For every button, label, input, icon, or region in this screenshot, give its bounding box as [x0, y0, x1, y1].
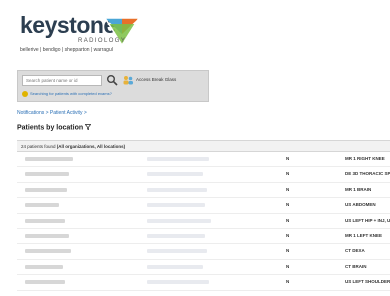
table-row[interactable]: N MR 1 LEFT KNEE [17, 229, 390, 245]
patient-details-blurred [147, 280, 209, 285]
patient-name-blurred[interactable] [25, 187, 67, 192]
patient-name-blurred[interactable] [25, 203, 59, 208]
row-flag: N [286, 186, 290, 192]
row-flag: N [286, 248, 290, 254]
row-exam: MR 1 LEFT KNEE [345, 232, 383, 238]
row-exam: US LEFT HIP + INJ, US [345, 217, 390, 223]
patient-details-blurred [147, 157, 209, 161]
results-count: 24 patients found [21, 144, 56, 149]
results-summary: 24 patients found (All organizations, Al… [21, 144, 125, 149]
filter-icon[interactable] [84, 124, 92, 131]
access-break-glass-link[interactable]: Access Break Glass [136, 77, 176, 82]
completed-exams-hint-link[interactable]: Searching for patients with completed ex… [30, 91, 112, 96]
patient-name-blurred[interactable] [25, 264, 63, 269]
row-exam: US ABDOMEN [345, 202, 376, 208]
row-exam: DE 3D THORACIC SPINE [345, 171, 390, 177]
row-flag: N [286, 232, 290, 238]
patient-name-blurred[interactable] [25, 249, 71, 254]
patient-details-blurred [147, 172, 203, 177]
table-row[interactable]: N MR 1 BRAIN [17, 183, 390, 199]
hint-lightbulb-icon [22, 91, 28, 97]
break-glass-icon[interactable] [122, 75, 134, 85]
row-exam: CT DEXA [345, 248, 365, 254]
row-flag: N [286, 279, 290, 285]
breadcrumb[interactable]: Notifications > Patient Activity > [17, 110, 87, 116]
patient-search-input[interactable] [22, 75, 102, 86]
search-icon[interactable] [106, 74, 118, 86]
row-flag: N [286, 171, 290, 177]
row-flag: N [286, 263, 290, 269]
logo-subtitle: RADIOLOGY [78, 38, 127, 44]
patient-details-blurred [147, 187, 207, 192]
logo-tagline: bellerive | bendigo | shepparton | warra… [20, 47, 113, 53]
row-flag: N [286, 202, 290, 208]
row-flag: N [286, 217, 290, 223]
table-row[interactable]: N US LEFT HIP + INJ, US [17, 214, 390, 229]
page-title-text: Patients by location [17, 124, 84, 132]
results-scope: (All organizations, All locations) [56, 144, 126, 149]
patient-name-blurred[interactable] [25, 280, 65, 285]
patient-name-blurred[interactable] [25, 218, 65, 223]
table-row[interactable]: N MR 1 RIGHT KNEE [17, 152, 390, 168]
results-summary-bar: 24 patients found (All organizations, Al… [17, 140, 390, 152]
row-flag: N [286, 156, 290, 161]
table-row[interactable]: N CT DEXA [17, 244, 390, 260]
page-title: Patients by location [17, 124, 92, 132]
table-row[interactable]: N DE 3D THORACIC SPINE [17, 167, 390, 183]
logo-wordmark: keystone [20, 12, 116, 38]
patient-name-blurred[interactable] [25, 233, 69, 238]
patients-table: N MR 1 RIGHT KNEE N DE 3D THORACIC SPINE N MR… [17, 152, 390, 291]
patient-name-blurred[interactable] [25, 172, 69, 177]
patient-details-blurred [147, 249, 207, 254]
patient-details-blurred [147, 218, 211, 223]
patient-details-blurred [147, 203, 205, 208]
row-exam: MR 1 RIGHT KNEE [345, 156, 385, 161]
patient-details-blurred [147, 233, 205, 238]
row-exam: MR 1 BRAIN [345, 186, 372, 192]
app-header: keystone RADIOLOGY bellerive | bendigo |… [0, 0, 390, 64]
table-row[interactable]: N CT BRAIN [17, 260, 390, 276]
patient-details-blurred [147, 264, 203, 269]
keystone-logo[interactable]: keystone RADIOLOGY bellerive | bendigo |… [20, 12, 220, 58]
table-row[interactable]: N US ABDOMEN [17, 198, 390, 214]
row-exam: US LEFT SHOULDER [345, 279, 390, 285]
table-row[interactable]: N US LEFT SHOULDER [17, 275, 390, 291]
row-exam: CT BRAIN [345, 263, 367, 269]
patient-search-panel: Access Break Glass Searching for patient… [17, 70, 209, 102]
patient-name-blurred[interactable] [25, 157, 73, 161]
